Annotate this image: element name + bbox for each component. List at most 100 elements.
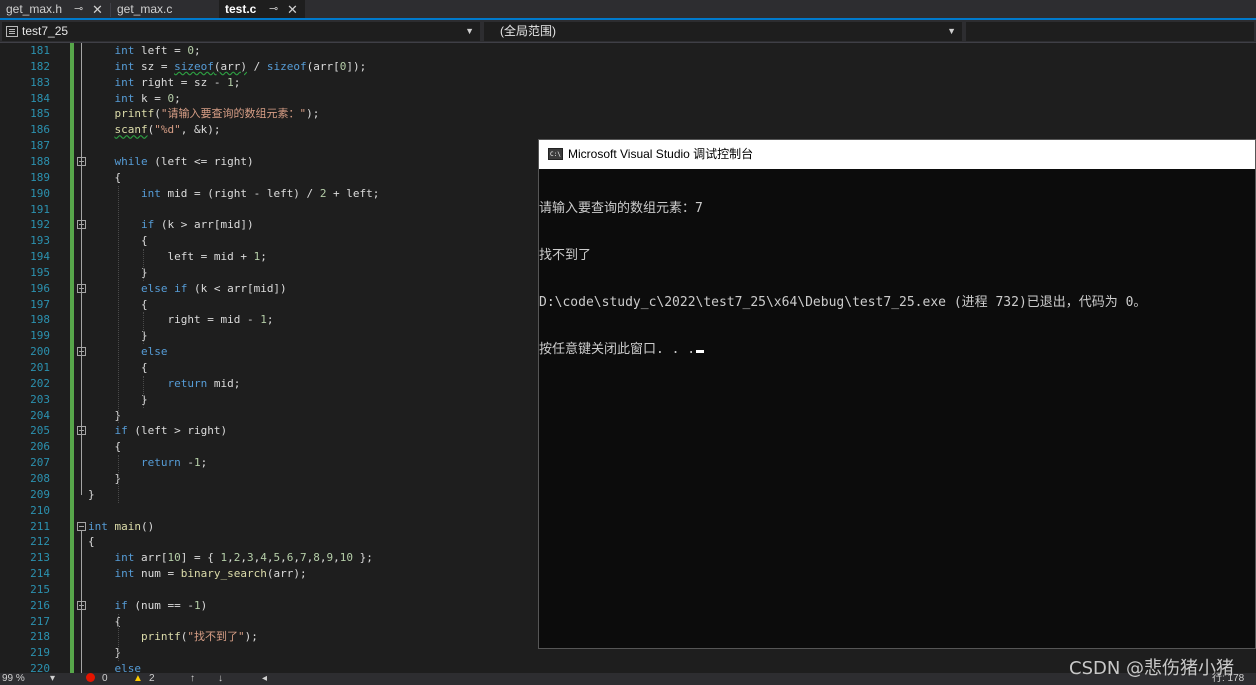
line-number: 187: [30, 139, 50, 153]
chevron-down-icon[interactable]: ▼: [947, 22, 956, 41]
code-line[interactable]: 182 int sz = sizeof(arr) / sizeof(arr[0]…: [0, 59, 1256, 75]
code-text[interactable]: {: [88, 534, 95, 550]
outline-line: [81, 529, 82, 673]
line-number: 192: [30, 218, 50, 232]
code-text[interactable]: if (num == -1): [88, 598, 208, 614]
code-text[interactable]: int k = 0;: [88, 91, 181, 107]
code-text[interactable]: printf("请输入要查询的数组元素：");: [88, 106, 320, 122]
line-number: 211: [30, 519, 50, 533]
project-dropdown-value: test7_25: [22, 24, 69, 38]
arrow-down-icon[interactable]: ↓: [218, 673, 223, 685]
chevron-down-icon[interactable]: ▾: [50, 673, 55, 685]
code-text[interactable]: left = mid + 1;: [88, 249, 266, 265]
line-number: 199: [30, 329, 50, 343]
code-text[interactable]: }: [88, 645, 121, 661]
line-number: 203: [30, 392, 50, 406]
scroll-left-icon[interactable]: ◂: [262, 673, 267, 685]
line-number: 218: [30, 630, 50, 644]
line-number: 198: [30, 313, 50, 327]
line-number: 191: [30, 202, 50, 216]
line-number: 183: [30, 75, 50, 89]
arrow-up-icon[interactable]: ↑: [190, 673, 195, 685]
tab-label: get_max.h: [6, 2, 63, 16]
line-number: 209: [30, 487, 50, 501]
debug-console-window[interactable]: Microsoft Visual Studio 调试控制台 请输入要查询的数组元…: [538, 139, 1256, 649]
close-icon[interactable]: ✕: [92, 0, 103, 19]
navigation-bar: test7_25 ▼ (全局范围) ▼: [0, 20, 1256, 43]
code-line[interactable]: 184 int k = 0;: [0, 91, 1256, 107]
code-text[interactable]: else: [88, 661, 142, 673]
code-text[interactable]: if (left > right): [88, 423, 228, 439]
chevron-down-icon[interactable]: ▼: [465, 22, 474, 41]
line-number: 195: [30, 265, 50, 279]
watermark: CSDN @悲伤猪小猪: [1069, 658, 1235, 679]
code-text[interactable]: return mid;: [88, 376, 240, 392]
code-text[interactable]: int sz = sizeof(arr) / sizeof(arr[0]);: [88, 59, 367, 75]
line-number: 207: [30, 456, 50, 470]
line-number: 197: [30, 297, 50, 311]
code-text[interactable]: right = mid - 1;: [88, 312, 273, 328]
code-text[interactable]: int right = sz - 1;: [88, 75, 241, 91]
code-text[interactable]: {: [88, 614, 121, 630]
warning-count[interactable]: 2: [149, 673, 155, 685]
tab-test-c[interactable]: test.c ⊸ ✕: [219, 0, 305, 20]
code-text[interactable]: {: [88, 170, 121, 186]
code-text[interactable]: printf("找不到了");: [88, 629, 258, 645]
code-line[interactable]: 186 scanf("%d", &k);: [0, 122, 1256, 138]
outline-line: [81, 43, 82, 495]
code-text[interactable]: int num = binary_search(arr);: [88, 566, 307, 582]
line-number: 202: [30, 376, 50, 390]
tab-get-max-h[interactable]: get_max.h ⊸ ✕: [0, 0, 110, 20]
line-number: 216: [30, 598, 50, 612]
line-number: 189: [30, 170, 50, 184]
console-app-icon: [548, 140, 563, 169]
line-number: 214: [30, 567, 50, 581]
line-number: 196: [30, 281, 50, 295]
code-text[interactable]: int arr[10] = { 1,2,3,4,5,6,7,8,9,10 };: [88, 550, 373, 566]
project-dropdown[interactable]: test7_25 ▼: [2, 22, 480, 41]
line-number: 185: [30, 107, 50, 121]
code-text[interactable]: while (left <= right): [88, 154, 254, 170]
line-number: 220: [30, 662, 50, 673]
code-line[interactable]: 220 else: [0, 661, 1256, 673]
console-line: D:\code\study_c\2022\test7_25\x64\Debug\…: [539, 294, 1147, 310]
indent-guide: [118, 455, 119, 503]
line-number: 206: [30, 440, 50, 454]
console-line: 按任意键关闭此窗口. . .: [539, 342, 1255, 358]
line-number: 184: [30, 91, 50, 105]
code-text[interactable]: }: [88, 408, 121, 424]
code-text[interactable]: {: [88, 439, 121, 455]
code-line[interactable]: 181 int left = 0;: [0, 43, 1256, 59]
line-number: 181: [30, 44, 50, 57]
code-text[interactable]: int main(): [88, 519, 154, 535]
indent-guide: [143, 249, 144, 281]
indent-guide: [118, 185, 119, 424]
line-number: 193: [30, 234, 50, 248]
text-cursor: [696, 349, 705, 353]
code-text[interactable]: }: [88, 487, 95, 503]
code-text[interactable]: int left = 0;: [88, 43, 201, 59]
code-line[interactable]: 183 int right = sz - 1;: [0, 75, 1256, 91]
close-icon[interactable]: ✕: [287, 0, 298, 19]
pin-icon[interactable]: ⊸: [74, 0, 83, 19]
pin-icon[interactable]: ⊸: [269, 0, 278, 19]
code-text[interactable]: int mid = (right - left) / 2 + left;: [88, 186, 379, 202]
zoom-level[interactable]: 99 %: [2, 673, 25, 685]
error-count[interactable]: 0: [102, 673, 108, 685]
code-line[interactable]: 185 printf("请输入要查询的数组元素：");: [0, 106, 1256, 122]
scope-dropdown[interactable]: (全局范围) ▼: [484, 22, 962, 41]
line-number: 205: [30, 424, 50, 438]
code-text[interactable]: return -1;: [88, 455, 207, 471]
line-number: 186: [30, 123, 50, 137]
code-text[interactable]: scanf("%d", &k);: [88, 122, 221, 138]
console-line: 找不到了: [539, 247, 592, 263]
line-number: 190: [30, 186, 50, 200]
tab-get-max-c[interactable]: get_max.c: [111, 0, 219, 20]
console-title-bar[interactable]: Microsoft Visual Studio 调试控制台: [539, 140, 1255, 169]
code-text[interactable]: if (k > arr[mid]): [88, 217, 254, 233]
tab-label: get_max.c: [117, 2, 173, 16]
code-text[interactable]: else: [88, 344, 168, 360]
member-dropdown[interactable]: [966, 22, 1254, 41]
warning-icon[interactable]: ▲: [133, 673, 143, 685]
code-text[interactable]: }: [88, 471, 121, 487]
